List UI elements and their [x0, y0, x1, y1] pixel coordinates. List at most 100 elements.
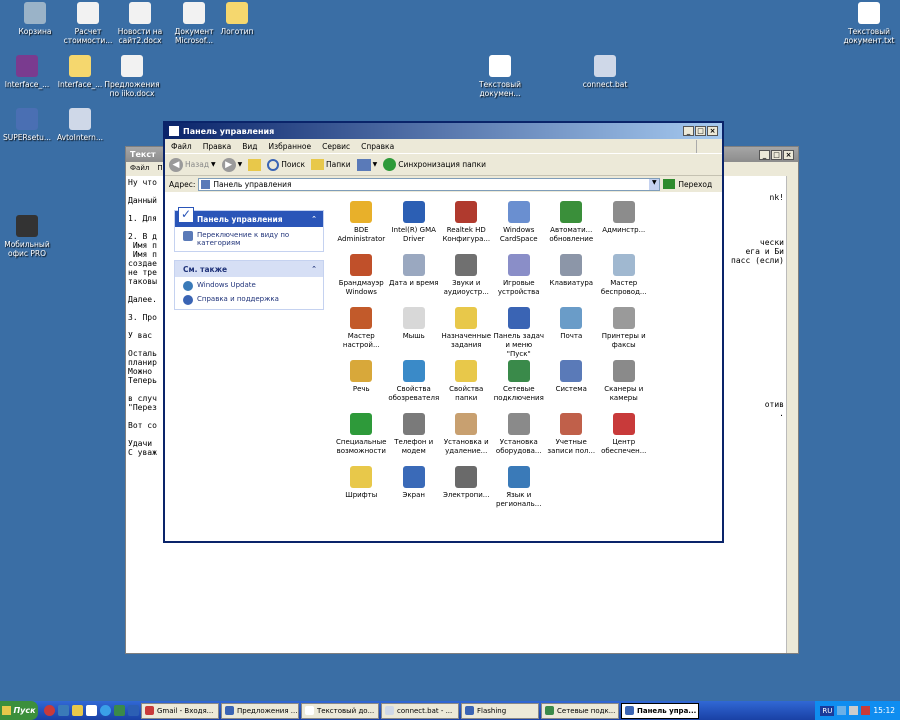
control-panel-item[interactable]: Специальные возможности — [335, 411, 388, 464]
desktop-icon[interactable]: Логотип — [206, 2, 268, 36]
back-button[interactable]: ◀ Назад ▼ — [169, 157, 216, 172]
views-button[interactable]: ▼ — [356, 158, 377, 171]
desktop-icon[interactable]: Текстовый докумен... — [469, 55, 531, 98]
control-panel-item[interactable]: Назначенные задания — [440, 305, 493, 358]
ie-icon[interactable] — [58, 705, 69, 716]
desktop-icon-label: Предложения по iiko.docx — [104, 80, 160, 98]
menu-help[interactable]: Справка — [361, 142, 394, 151]
app-icon[interactable] — [114, 705, 125, 716]
language-indicator[interactable]: RU — [820, 705, 835, 716]
sync-button[interactable]: Синхронизация папки — [383, 158, 486, 171]
folders-button[interactable]: Папки — [311, 159, 351, 170]
taskbar-button[interactable]: Flashing — [461, 702, 539, 719]
menu-favorites[interactable]: Избранное — [269, 142, 312, 151]
control-panel-item[interactable]: Установка и удаление... — [440, 411, 493, 464]
control-panel-item-icon — [350, 413, 373, 435]
desktop-icon[interactable]: connect.bat — [574, 55, 636, 89]
help-support-link[interactable]: Справка и поддержка — [175, 293, 323, 309]
address-input[interactable]: Панель управления ▼ — [198, 177, 661, 191]
menu-tools[interactable]: Сервис — [322, 142, 350, 151]
taskbar-button[interactable]: Предложения ... — [221, 702, 299, 719]
search-button[interactable]: Поиск — [267, 158, 305, 171]
control-panel-item[interactable]: Установка оборудова... — [493, 411, 546, 464]
maximize-button[interactable]: □ — [695, 126, 706, 136]
scrollbar[interactable] — [786, 176, 798, 653]
menu-view[interactable]: Вид — [242, 142, 257, 151]
menu-edit[interactable]: П — [157, 164, 162, 174]
maximize-button[interactable]: □ — [771, 149, 782, 160]
menu-edit[interactable]: Правка — [203, 142, 232, 151]
minimize-button[interactable]: _ — [759, 149, 770, 160]
taskbar-button[interactable]: Сетевые подк... — [541, 702, 619, 719]
control-panel-item[interactable]: Intel(R) GMA Driver — [388, 199, 441, 252]
control-panel-item[interactable]: Мастер беспровод... — [598, 252, 651, 305]
network-icon[interactable] — [837, 706, 847, 715]
control-panel-item[interactable]: Речь — [335, 358, 388, 411]
control-panel-item[interactable]: Админстр... — [598, 199, 651, 252]
cp-titlebar[interactable]: Панель управления _ □ × — [165, 123, 722, 139]
opera-icon[interactable] — [44, 705, 55, 716]
desktop-icon[interactable]: Мобильный офис PRO — [0, 215, 58, 258]
collapse-icon[interactable]: ⌃ — [311, 265, 317, 273]
control-panel-item[interactable]: Язык и региональ... — [493, 464, 546, 517]
control-panel-window[interactable]: Панель управления _ □ × Файл Правка Вид … — [163, 121, 724, 543]
control-panel-item[interactable]: Мастер настрой... — [335, 305, 388, 358]
gmail-icon[interactable] — [86, 705, 97, 716]
control-panel-item[interactable]: Учетные записи пол... — [545, 411, 598, 464]
taskbar-button[interactable]: Панель упра... — [621, 702, 699, 719]
control-panel-item[interactable]: Телефон и модем — [388, 411, 441, 464]
volume-icon[interactable] — [849, 706, 859, 715]
control-panel-item[interactable]: Дата и время — [388, 252, 441, 305]
desktop-icon[interactable]: Предложения по iiko.docx — [101, 55, 163, 98]
control-panel-item[interactable]: Сетевые подключения — [493, 358, 546, 411]
control-panel-item[interactable]: Игровые устройства — [493, 252, 546, 305]
desktop-icon[interactable]: Новости на сайт2.docx — [109, 2, 171, 45]
control-panel-item[interactable]: Звуки и аудиоустр... — [440, 252, 493, 305]
control-panel-item[interactable]: Шрифты — [335, 464, 388, 517]
control-panel-item[interactable]: Realtek HD Конфигура... — [440, 199, 493, 252]
control-panel-item[interactable]: Клавиатура — [545, 252, 598, 305]
flag-icon[interactable] — [861, 706, 871, 715]
explorer-icon[interactable] — [72, 705, 83, 716]
control-panel-item[interactable]: BDE Administrator — [335, 199, 388, 252]
close-button[interactable]: × — [707, 126, 718, 136]
close-button[interactable]: × — [783, 149, 794, 160]
desktop-icon[interactable]: AvtoIntern... — [49, 108, 111, 142]
cp-task-header[interactable]: ✓ Панель управления ⌃ — [175, 207, 323, 227]
up-button[interactable] — [248, 158, 262, 171]
clock[interactable]: 15:12 — [873, 706, 895, 715]
control-panel-item[interactable]: Брандмауэр Windows — [335, 252, 388, 305]
chevron-down-icon[interactable]: ▼ — [649, 178, 660, 190]
windows-update-link[interactable]: Windows Update — [175, 277, 323, 293]
start-button[interactable]: Пуск — [0, 701, 38, 720]
control-panel-item-label: Мастер настрой... — [342, 332, 380, 349]
taskbar-button[interactable]: connect.bat - ... — [381, 702, 459, 719]
control-panel-item[interactable]: Свойства папки — [440, 358, 493, 411]
word-icon[interactable] — [128, 705, 139, 716]
taskbar-button[interactable]: Текстовый до... — [301, 702, 379, 719]
menu-file[interactable]: Файл — [171, 142, 192, 151]
control-panel-item[interactable]: Почта — [545, 305, 598, 358]
control-panel-item[interactable]: Windows CardSpace — [493, 199, 546, 252]
minimize-button[interactable]: _ — [683, 126, 694, 136]
control-panel-item[interactable]: Центр обеспечен... — [598, 411, 651, 464]
control-panel-item-label: Учетные записи пол... — [547, 438, 596, 455]
go-button[interactable]: Переход — [663, 179, 712, 189]
switch-category-view-link[interactable]: Переключение к виду по категориям — [175, 227, 323, 251]
forward-button[interactable]: ▶ ▼ — [221, 157, 242, 172]
taskbar-button[interactable]: Gmail - Входя... — [141, 702, 219, 719]
see-also-header[interactable]: См. также ⌃ — [175, 261, 323, 277]
control-panel-item[interactable]: Экран — [388, 464, 441, 517]
control-panel-item[interactable]: Панель задач и меню "Пуск" — [493, 305, 546, 358]
menu-file[interactable]: Файл — [130, 164, 149, 174]
collapse-icon[interactable]: ⌃ — [311, 215, 317, 223]
desktop-icon[interactable]: Текстовый документ.txt — [838, 2, 900, 45]
control-panel-item[interactable]: Система — [545, 358, 598, 411]
control-panel-item[interactable]: Автомати... обновление — [545, 199, 598, 252]
control-panel-item[interactable]: Электропи... — [440, 464, 493, 517]
control-panel-item[interactable]: Принтеры и факсы — [598, 305, 651, 358]
control-panel-item[interactable]: Мышь — [388, 305, 441, 358]
skype-icon[interactable] — [100, 705, 111, 716]
control-panel-item[interactable]: Свойства обозревателя — [388, 358, 441, 411]
control-panel-item[interactable]: Сканеры и камеры — [598, 358, 651, 411]
